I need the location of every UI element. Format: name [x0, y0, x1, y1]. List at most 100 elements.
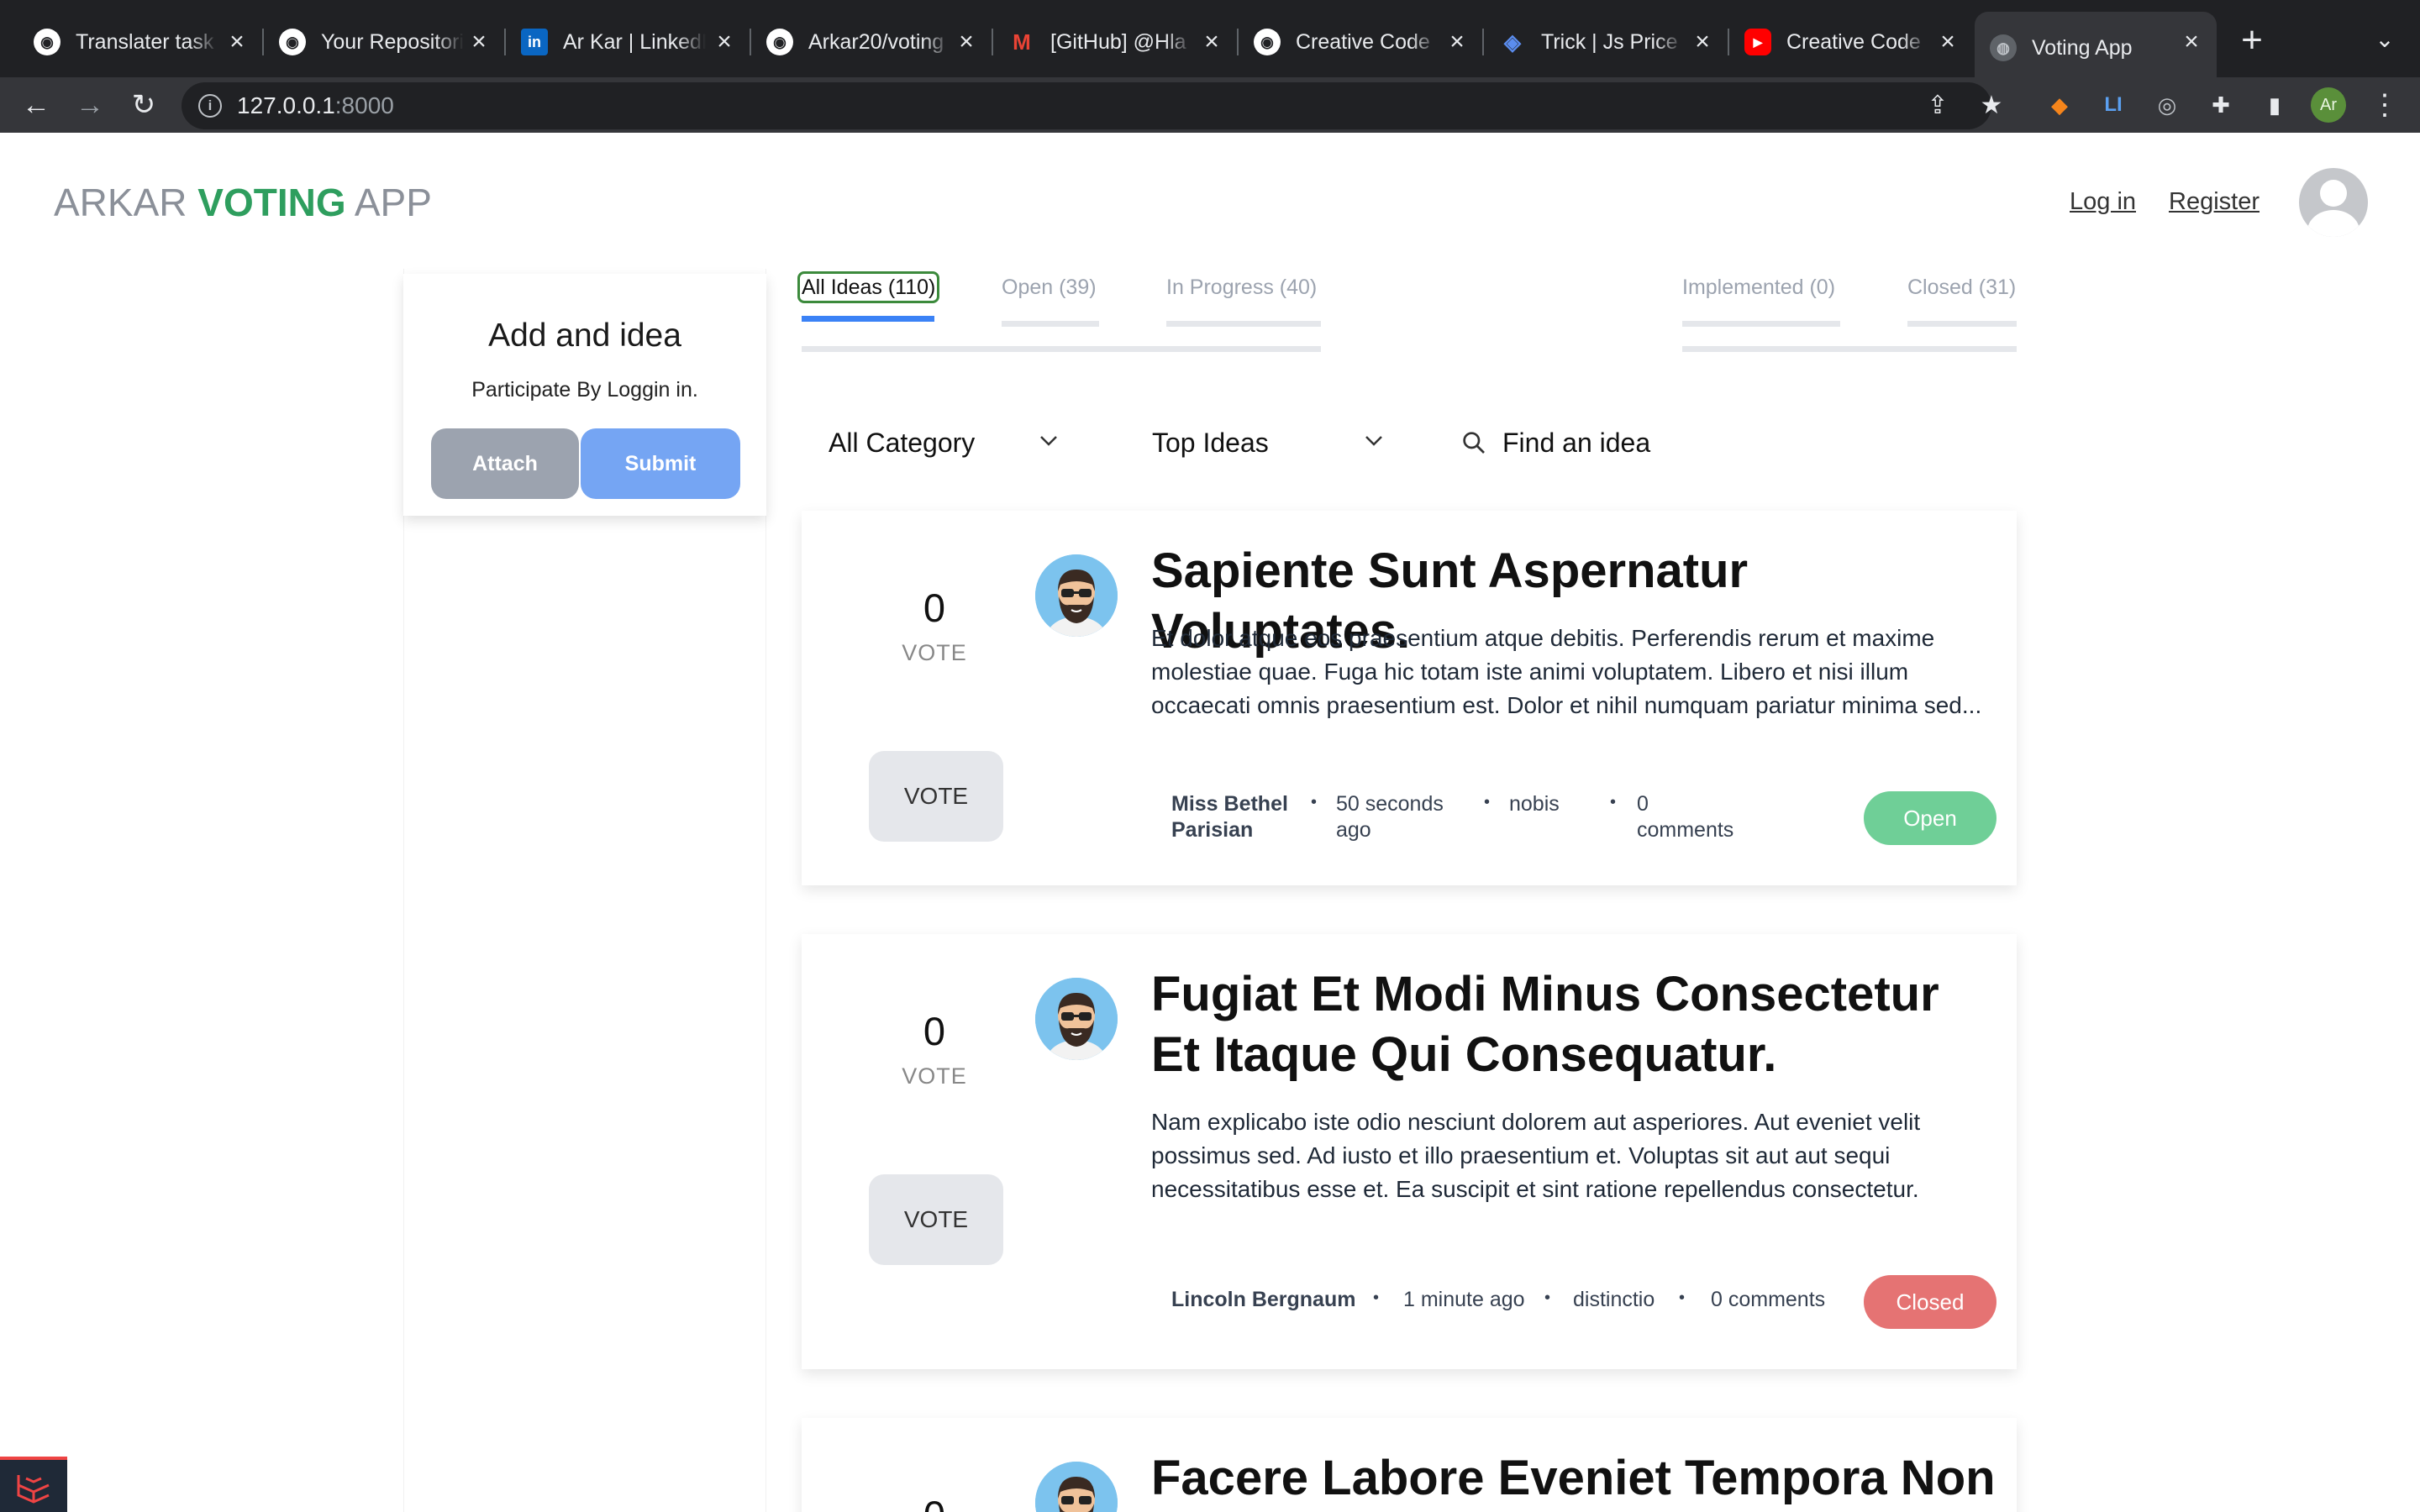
- idea-comments: 0 comments: [1637, 792, 1734, 842]
- browser-tab[interactable]: ▶ Creative Code ×: [1729, 15, 1973, 69]
- tab-title: Translater task: [76, 29, 214, 54]
- login-link[interactable]: Log in: [2070, 188, 2136, 216]
- app-logo[interactable]: ARKAR VOTING APP: [54, 180, 432, 225]
- globe-icon: ◍: [1990, 34, 2017, 61]
- forward-arrow-icon[interactable]: →: [71, 86, 109, 124]
- side-panel-icon[interactable]: ▮: [2259, 89, 2291, 121]
- browser-tab[interactable]: ◉ Arkar20/voting ×: [751, 15, 992, 69]
- browser-tab[interactable]: ◉ Creative Code ×: [1239, 15, 1482, 69]
- tab-divider: [1682, 346, 2017, 352]
- idea-title[interactable]: Fugiat Et Modi Minus Consectetur Et Itaq…: [1151, 964, 2000, 1085]
- avatar[interactable]: [1035, 1462, 1118, 1512]
- vote-count: 0: [802, 1492, 1067, 1512]
- close-tab-icon[interactable]: ×: [466, 29, 492, 55]
- brand-right: APP: [354, 181, 432, 224]
- idea-category: nobis: [1509, 792, 1560, 816]
- sort-select[interactable]: Top Ideas: [1152, 418, 1387, 467]
- menu-kebab-icon[interactable]: ⋮: [2370, 86, 2400, 124]
- idea-time: 50 seconds ago: [1336, 792, 1444, 842]
- browser-tab[interactable]: ◈ Trick | Js Price ×: [1484, 15, 1728, 69]
- close-tab-icon[interactable]: ×: [711, 29, 738, 55]
- tab-title: Trick | Js Price: [1541, 29, 1678, 54]
- vote-label: VOTE: [902, 640, 967, 665]
- tab-open[interactable]: Open (39): [1002, 276, 1099, 327]
- idea-description: Nam explicabo iste odio nesciunt dolorem…: [1151, 1109, 1921, 1202]
- brand-left: ARKAR: [54, 181, 187, 224]
- address-bar[interactable]: i 127.0.0.1:8000 ⇪ ★: [182, 82, 2002, 129]
- close-tab-icon[interactable]: ×: [224, 29, 250, 55]
- close-tab-icon[interactable]: ×: [2178, 29, 2205, 55]
- tab-title: [GitHub] @Hla: [1050, 29, 1186, 54]
- user-avatar[interactable]: [2299, 168, 2368, 237]
- idea-description: Et dolor atque eos praesentium atque deb…: [1151, 625, 1982, 718]
- category-select[interactable]: All Category: [829, 418, 1064, 467]
- chevron-down-icon: [1040, 436, 1057, 446]
- status-badge[interactable]: Open: [1864, 791, 1996, 845]
- github-icon: ◉: [34, 29, 60, 55]
- site-info-icon[interactable]: i: [198, 94, 222, 118]
- tab-divider: [802, 346, 1321, 352]
- close-tab-icon[interactable]: ×: [1934, 29, 1961, 55]
- browser-tab[interactable]: M [GitHub] @Hla ×: [993, 15, 1237, 69]
- tab-title: Arkar20/voting: [808, 29, 944, 54]
- browser-tab[interactable]: ◉ Translater task ×: [18, 15, 262, 69]
- tab-all-ideas[interactable]: All Ideas (110): [797, 271, 940, 322]
- avatar[interactable]: [1035, 554, 1118, 637]
- gmail-icon: M: [1013, 29, 1031, 55]
- vote-label: VOTE: [902, 1063, 967, 1089]
- chevron-down-icon: [1365, 436, 1382, 446]
- github-icon: ◉: [1254, 29, 1281, 55]
- idea-comments: 0 comments: [1711, 1288, 1826, 1311]
- idea-time: 1 minute ago: [1403, 1288, 1525, 1311]
- li-extension-icon[interactable]: LI: [2097, 89, 2129, 121]
- avatar[interactable]: [1035, 978, 1118, 1060]
- status-badge[interactable]: Closed: [1864, 1275, 1996, 1329]
- url-text[interactable]: 127.0.0.1:8000: [237, 92, 394, 119]
- vote-button[interactable]: VOTE: [869, 1174, 1003, 1265]
- close-tab-icon[interactable]: ×: [1689, 29, 1716, 55]
- search-input[interactable]: Find an idea: [1460, 418, 1650, 467]
- browser-tab[interactable]: ◉ Your Repositories ×: [264, 15, 504, 69]
- idea-author: Lincoln Bergnaum: [1171, 1288, 1356, 1311]
- tab-title: Creative Code: [1786, 29, 1921, 54]
- browser-tab-bar: ◉ Translater task × ◉ Your Repositories …: [0, 0, 2420, 84]
- reload-icon[interactable]: ↻: [124, 86, 163, 124]
- close-tab-icon[interactable]: ×: [953, 29, 980, 55]
- metamask-extension-icon[interactable]: ◆: [2044, 89, 2075, 121]
- close-tab-icon[interactable]: ×: [1444, 29, 1470, 55]
- browser-tab-active[interactable]: ◍ Voting App ×: [1975, 12, 2217, 84]
- browser-toolbar: ← → ↻ i 127.0.0.1:8000 ⇪ ★ ◆ LI ◎ ✚ ▮ Ar…: [0, 77, 2420, 133]
- debugbar-logo-icon[interactable]: [0, 1457, 67, 1512]
- new-tab-icon[interactable]: +: [2235, 22, 2269, 59]
- attach-button[interactable]: Attach: [431, 428, 579, 499]
- share-icon[interactable]: ⇪: [1923, 91, 1953, 121]
- vote-button[interactable]: VOTE: [869, 751, 1003, 842]
- youtube-icon: ▶: [1744, 29, 1771, 55]
- add-idea-subtitle: Participate By Loggin in.: [471, 378, 698, 402]
- register-link[interactable]: Register: [2169, 188, 2260, 216]
- close-tab-icon[interactable]: ×: [1198, 29, 1225, 55]
- linkedin-icon: in: [521, 29, 548, 55]
- puzzle-extensions-icon[interactable]: ✚: [2205, 89, 2237, 121]
- tab-implemented[interactable]: Implemented (0): [1682, 276, 1840, 327]
- tab-closed[interactable]: Closed (31): [1907, 276, 2017, 327]
- tab-in-progress[interactable]: In Progress (40): [1166, 276, 1321, 327]
- brand-mid: VOTING: [197, 181, 346, 224]
- tab-title: Voting App: [2032, 35, 2133, 60]
- idea-title[interactable]: Facere Labore Eveniet Tempora Non: [1151, 1448, 2000, 1509]
- browser-tab[interactable]: in Ar Kar | LinkedIn ×: [506, 15, 750, 69]
- trick-icon: ◈: [1504, 29, 1521, 55]
- add-idea-card: Add and idea Participate By Loggin in. A…: [403, 274, 766, 516]
- tab-search-chevron-icon[interactable]: ⌄: [2370, 25, 2400, 55]
- vote-count: 0: [923, 585, 946, 630]
- submit-button[interactable]: Submit: [581, 428, 740, 499]
- profile-avatar[interactable]: Ar: [2311, 87, 2346, 123]
- github-icon: ◉: [766, 29, 793, 55]
- idea-card[interactable]: 0 Facere Labore Eveniet Tempora Non: [802, 1418, 2017, 1512]
- tab-title: Ar Kar | LinkedIn: [563, 29, 706, 54]
- idea-card[interactable]: 0 VOTE VOTE Fugiat Et Modi Minus Consect…: [802, 934, 2017, 1369]
- bookmark-star-icon[interactable]: ★: [1976, 91, 2007, 121]
- back-arrow-icon[interactable]: ←: [17, 86, 55, 124]
- extension-icon[interactable]: ◎: [2151, 89, 2183, 121]
- idea-card[interactable]: 0 VOTE VOTE Sapiente Sunt Aspernatur Vol…: [802, 511, 2017, 885]
